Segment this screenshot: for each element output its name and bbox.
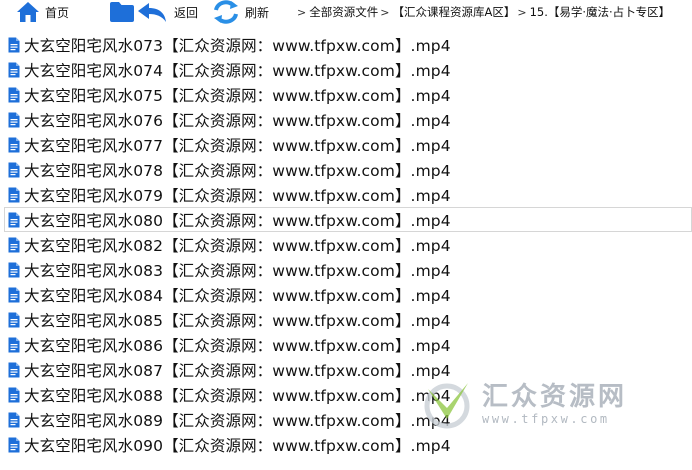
file-name: 大玄空阳宅风水083【汇众资源网：www.tfpxw.com】.mp4	[24, 261, 451, 280]
file-row[interactable]: 大玄空阳宅风水090【汇众资源网：www.tfpxw.com】.mp4	[0, 432, 692, 457]
file-row[interactable]: 大玄空阳宅风水076【汇众资源网：www.tfpxw.com】.mp4	[0, 107, 692, 132]
file-icon	[8, 37, 20, 52]
file-name: 大玄空阳宅风水086【汇众资源网：www.tfpxw.com】.mp4	[24, 336, 451, 355]
file-name: 大玄空阳宅风水080【汇众资源网：www.tfpxw.com】.mp4	[24, 211, 451, 230]
home-button[interactable]: 首页	[16, 0, 69, 24]
back-label: 返回	[174, 5, 199, 20]
file-row[interactable]: 大玄空阳宅风水079【汇众资源网：www.tfpxw.com】.mp4	[0, 182, 692, 207]
file-icon	[8, 262, 20, 277]
chevron-right-icon: >	[517, 5, 527, 19]
file-row[interactable]: 大玄空阳宅风水073【汇众资源网：www.tfpxw.com】.mp4	[0, 32, 692, 57]
file-name: 大玄空阳宅风水085【汇众资源网：www.tfpxw.com】.mp4	[24, 311, 451, 330]
file-row[interactable]: 大玄空阳宅风水077【汇众资源网：www.tfpxw.com】.mp4	[0, 132, 692, 157]
file-name: 大玄空阳宅风水078【汇众资源网：www.tfpxw.com】.mp4	[24, 161, 451, 180]
chevron-right-icon: >	[297, 5, 307, 19]
file-name: 大玄空阳宅风水076【汇众资源网：www.tfpxw.com】.mp4	[24, 111, 451, 130]
file-name: 大玄空阳宅风水079【汇众资源网：www.tfpxw.com】.mp4	[24, 186, 451, 205]
file-row[interactable]: 大玄空阳宅风水078【汇众资源网：www.tfpxw.com】.mp4	[0, 157, 692, 182]
file-icon	[8, 412, 20, 427]
file-row[interactable]: 大玄空阳宅风水086【汇众资源网：www.tfpxw.com】.mp4	[0, 332, 692, 357]
home-label: 首页	[45, 5, 70, 20]
file-row[interactable]: 大玄空阳宅风水088【汇众资源网：www.tfpxw.com】.mp4	[0, 382, 692, 407]
chevron-right-icon: >	[380, 5, 390, 19]
file-row[interactable]: 大玄空阳宅风水089【汇众资源网：www.tfpxw.com】.mp4	[0, 407, 692, 432]
file-name: 大玄空阳宅风水082【汇众资源网：www.tfpxw.com】.mp4	[24, 236, 451, 255]
file-name: 大玄空阳宅风水073【汇众资源网：www.tfpxw.com】.mp4	[24, 36, 451, 55]
file-name: 大玄空阳宅风水077【汇众资源网：www.tfpxw.com】.mp4	[24, 136, 451, 155]
file-icon	[8, 312, 20, 327]
file-row[interactable]: 大玄空阳宅风水084【汇众资源网：www.tfpxw.com】.mp4	[0, 282, 692, 307]
file-icon	[8, 237, 20, 252]
file-row[interactable]: 大玄空阳宅风水080【汇众资源网：www.tfpxw.com】.mp4	[4, 207, 692, 232]
file-icon	[8, 212, 20, 227]
refresh-label: 刷新	[245, 5, 270, 20]
file-icon	[8, 187, 20, 202]
toolbar: 首页 返回 刷新 > 全部资源文件 > 【汇众课程资源库A区】 > 15.【易学…	[0, 0, 692, 24]
file-row[interactable]: 大玄空阳宅风水087【汇众资源网：www.tfpxw.com】.mp4	[0, 357, 692, 382]
breadcrumb-item[interactable]: > 全部资源文件	[295, 4, 378, 20]
file-row[interactable]: 大玄空阳宅风水082【汇众资源网：www.tfpxw.com】.mp4	[0, 232, 692, 257]
file-row[interactable]: 大玄空阳宅风水074【汇众资源网：www.tfpxw.com】.mp4	[0, 57, 692, 82]
back-arrow-icon	[138, 3, 167, 22]
file-row[interactable]: 大玄空阳宅风水083【汇众资源网：www.tfpxw.com】.mp4	[0, 257, 692, 282]
file-name: 大玄空阳宅风水084【汇众资源网：www.tfpxw.com】.mp4	[24, 286, 451, 305]
breadcrumb-item[interactable]: > 【汇众课程资源库A区】	[378, 4, 515, 20]
file-name: 大玄空阳宅风水087【汇众资源网：www.tfpxw.com】.mp4	[24, 361, 451, 380]
file-icon	[8, 437, 20, 452]
file-name: 大玄空阳宅风水074【汇众资源网：www.tfpxw.com】.mp4	[24, 61, 451, 80]
refresh-icon	[214, 0, 239, 24]
breadcrumb-item[interactable]: > 15.【易学·魔法·占卜专区】	[515, 4, 670, 20]
folder-icon	[110, 2, 135, 22]
file-name: 大玄空阳宅风水089【汇众资源网：www.tfpxw.com】.mp4	[24, 411, 451, 430]
file-icon	[8, 112, 20, 127]
folder-button[interactable]	[109, 0, 135, 24]
home-icon	[17, 2, 39, 22]
file-icon	[8, 387, 20, 402]
breadcrumb: > 全部资源文件 > 【汇众课程资源库A区】 > 15.【易学·魔法·占卜专区】	[295, 4, 670, 20]
file-icon	[8, 87, 20, 102]
refresh-button[interactable]: 刷新	[212, 0, 269, 24]
file-icon	[8, 337, 20, 352]
file-icon	[8, 362, 20, 377]
file-name: 大玄空阳宅风水090【汇众资源网：www.tfpxw.com】.mp4	[24, 436, 451, 455]
file-list: 大玄空阳宅风水073【汇众资源网：www.tfpxw.com】.mp4 大玄空阳宅…	[0, 32, 692, 457]
file-icon	[8, 62, 20, 77]
file-icon	[8, 287, 20, 302]
back-button[interactable]: 返回	[135, 0, 198, 24]
file-icon	[8, 137, 20, 152]
file-name: 大玄空阳宅风水088【汇众资源网：www.tfpxw.com】.mp4	[24, 386, 451, 405]
file-icon	[8, 162, 20, 177]
file-name: 大玄空阳宅风水075【汇众资源网：www.tfpxw.com】.mp4	[24, 86, 451, 105]
file-row[interactable]: 大玄空阳宅风水075【汇众资源网：www.tfpxw.com】.mp4	[0, 82, 692, 107]
file-row[interactable]: 大玄空阳宅风水085【汇众资源网：www.tfpxw.com】.mp4	[0, 307, 692, 332]
